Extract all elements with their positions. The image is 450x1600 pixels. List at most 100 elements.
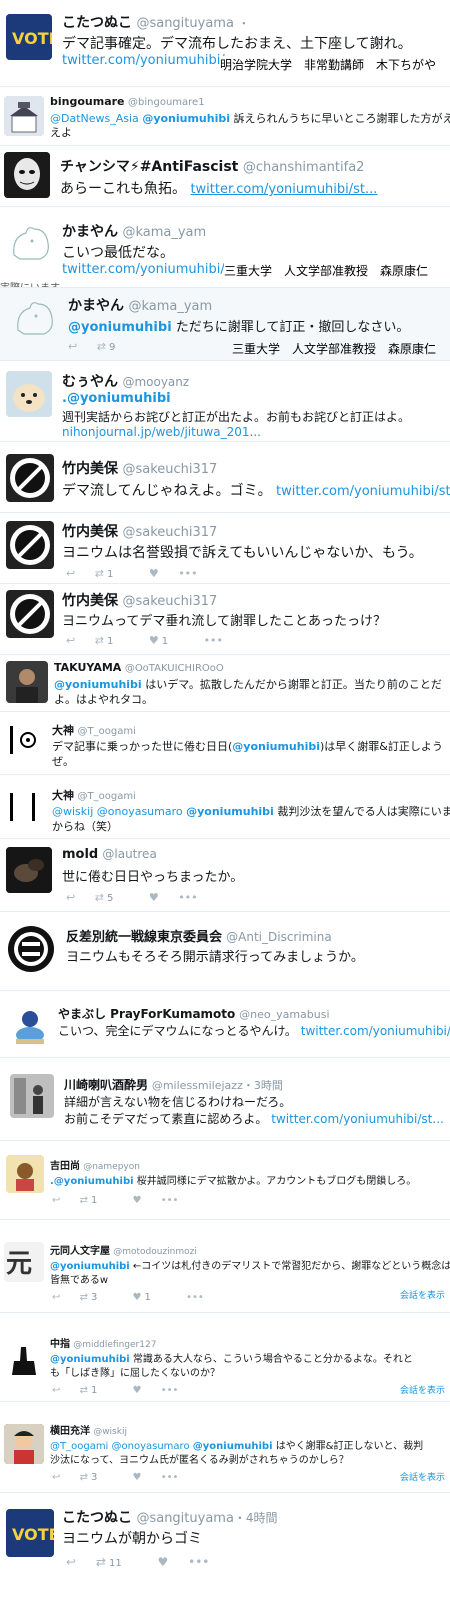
retweet-icon[interactable]: ⇄ 3 xyxy=(80,1472,114,1483)
mention[interactable]: @yoniumuhibi xyxy=(232,740,320,753)
reply-icon[interactable]: ↩ xyxy=(52,1292,60,1303)
display-name[interactable]: むぅやん xyxy=(62,374,118,390)
avatar[interactable] xyxy=(6,454,54,502)
avatar[interactable] xyxy=(10,294,58,342)
avatar[interactable] xyxy=(6,924,56,974)
avatar[interactable] xyxy=(6,720,46,760)
display-name[interactable]: チャンシマ⚡#AntiFascist xyxy=(60,159,238,175)
avatar[interactable] xyxy=(6,371,52,417)
more-icon[interactable]: ••• xyxy=(204,634,223,647)
display-name[interactable]: 中指 xyxy=(50,1339,70,1350)
more-icon[interactable]: ••• xyxy=(186,1292,204,1303)
handle[interactable]: @kama_yam xyxy=(128,299,212,314)
handle[interactable]: @sangituyama xyxy=(136,16,233,31)
heart-icon[interactable]: ♥ 1 xyxy=(133,1292,167,1303)
avatar[interactable]: VOTE xyxy=(6,1509,54,1557)
heart-icon[interactable]: ♥ xyxy=(133,1472,142,1483)
tweet-link[interactable]: twitter.com/yoniumuhibi/st... xyxy=(271,1112,444,1126)
handle[interactable]: @lautrea xyxy=(102,847,156,861)
display-name[interactable]: やまぶし PrayForKumamoto xyxy=(58,1007,235,1021)
more-icon[interactable]: ••• xyxy=(188,1555,209,1569)
avatar[interactable] xyxy=(6,590,54,638)
tweet-link[interactable]: twitter.com/yoniumuhibi/s xyxy=(301,1024,450,1038)
avatar[interactable] xyxy=(6,847,52,893)
handle[interactable]: @mooyanz xyxy=(122,375,189,389)
mention[interactable]: @yoniumuhibi xyxy=(68,320,172,335)
reply-icon[interactable]: ↩ xyxy=(66,567,75,580)
display-name[interactable]: 横田充洋 xyxy=(50,1426,90,1437)
mention[interactable]: @yoniumuhibi xyxy=(142,112,230,125)
reply-icon[interactable]: ↩ xyxy=(52,1472,60,1483)
handle[interactable]: @chanshimantifa2 xyxy=(243,160,365,175)
reply-icon[interactable]: ↩ xyxy=(52,1385,60,1396)
tweet-link[interactable]: twitter.com/yoniumuhibi/s xyxy=(62,53,231,68)
avatar[interactable] xyxy=(4,1341,44,1381)
handle[interactable]: @motodouzinmozi xyxy=(113,1247,197,1257)
tweet-link[interactable]: twitter.com/yoniumuhibi/st... xyxy=(276,484,450,499)
heart-icon[interactable]: ♥ xyxy=(133,1385,142,1396)
handle[interactable]: @milessmilejazz xyxy=(152,1079,243,1092)
retweet-icon[interactable]: ⇄ 1 xyxy=(95,567,130,580)
display-name[interactable]: 大神 xyxy=(52,789,74,802)
display-name[interactable]: TAKUYAMA xyxy=(54,661,121,674)
reply-icon[interactable]: ↩ xyxy=(66,891,75,904)
retweet-icon[interactable]: ⇄ 1 xyxy=(80,1195,114,1206)
mention[interactable]: @wiskij @onoyasumaro xyxy=(52,805,183,818)
display-name[interactable]: 竹内美保 xyxy=(62,461,118,477)
avatar[interactable] xyxy=(4,152,50,198)
avatar[interactable] xyxy=(6,521,54,569)
mention[interactable]: @yoniumuhibi xyxy=(54,678,142,691)
reply-icon[interactable]: ↩ xyxy=(68,340,77,353)
avatar[interactable]: VOTE xyxy=(6,14,52,60)
handle[interactable]: @Anti_Discrimina xyxy=(226,930,332,944)
handle[interactable]: @neo_yamabusi xyxy=(239,1008,329,1021)
handle[interactable]: @kama_yam xyxy=(122,225,206,240)
display-name[interactable]: 竹内美保 xyxy=(62,593,118,609)
handle[interactable]: @namepyon xyxy=(83,1162,140,1172)
display-name[interactable]: こたつぬこ xyxy=(62,15,132,31)
display-name[interactable]: 竹内美保 xyxy=(62,524,118,540)
avatar[interactable]: 元 xyxy=(4,1242,44,1282)
retweet-icon[interactable]: ⇄ 9 xyxy=(97,340,132,353)
tweet-link[interactable]: twitter.com/yoniumuhibi/st... xyxy=(190,182,377,197)
handle[interactable]: @middlefinger127 xyxy=(73,1340,156,1350)
show-conversation-link[interactable]: 会話を表示 xyxy=(400,1470,445,1483)
handle[interactable]: @T_oogami xyxy=(78,726,136,737)
avatar[interactable] xyxy=(6,219,54,267)
mention[interactable]: .@yoniumuhibi xyxy=(50,1176,134,1187)
heart-icon[interactable]: ♥ 1 xyxy=(149,634,184,647)
display-name[interactable]: かまやん xyxy=(62,224,118,240)
handle[interactable]: @T_oogami xyxy=(78,791,136,802)
handle[interactable]: @sangituyama xyxy=(136,1511,233,1526)
tweet-link[interactable]: twitter.com/yoniumuhibi/st xyxy=(62,262,237,277)
avatar[interactable] xyxy=(6,787,46,827)
display-name[interactable]: 反差別統一戦線東京委員会 xyxy=(66,930,222,945)
retweet-icon[interactable]: ⇄ 11 xyxy=(96,1555,138,1569)
heart-icon[interactable]: ♥ xyxy=(149,567,159,580)
reply-icon[interactable]: ↩ xyxy=(66,1555,76,1569)
avatar[interactable] xyxy=(10,1074,54,1118)
display-name[interactable]: mold xyxy=(62,847,98,862)
display-name[interactable]: 川崎喇叭酒酔男 xyxy=(64,1078,148,1092)
reply-icon[interactable]: ↩ xyxy=(66,634,75,647)
handle[interactable]: @bingoumare1 xyxy=(128,97,205,108)
more-icon[interactable]: ••• xyxy=(161,1472,179,1483)
show-conversation-link[interactable]: 会話を表示 xyxy=(400,1383,445,1396)
more-icon[interactable]: ••• xyxy=(178,891,197,904)
handle[interactable]: @sakeuchi317 xyxy=(122,525,217,540)
handle[interactable]: @wiskij xyxy=(93,1427,127,1437)
retweet-icon[interactable]: ⇄ 5 xyxy=(95,891,130,904)
handle[interactable]: @sakeuchi317 xyxy=(122,462,217,477)
display-name[interactable]: 大神 xyxy=(52,724,74,737)
avatar[interactable] xyxy=(4,1424,44,1464)
avatar[interactable] xyxy=(6,661,48,703)
display-name[interactable]: 元同人文字屋 xyxy=(50,1246,110,1257)
retweet-icon[interactable]: ⇄ 1 xyxy=(95,634,130,647)
reply-icon[interactable]: ↩ xyxy=(52,1195,60,1206)
display-name[interactable]: 吉田尚 xyxy=(50,1161,80,1172)
retweet-icon[interactable]: ⇄ 1 xyxy=(80,1385,114,1396)
mention[interactable]: @yoniumuhibi xyxy=(186,805,274,818)
avatar[interactable] xyxy=(8,1005,52,1049)
handle[interactable]: @sakeuchi317 xyxy=(122,594,217,609)
retweet-icon[interactable]: ⇄ 3 xyxy=(80,1292,114,1303)
